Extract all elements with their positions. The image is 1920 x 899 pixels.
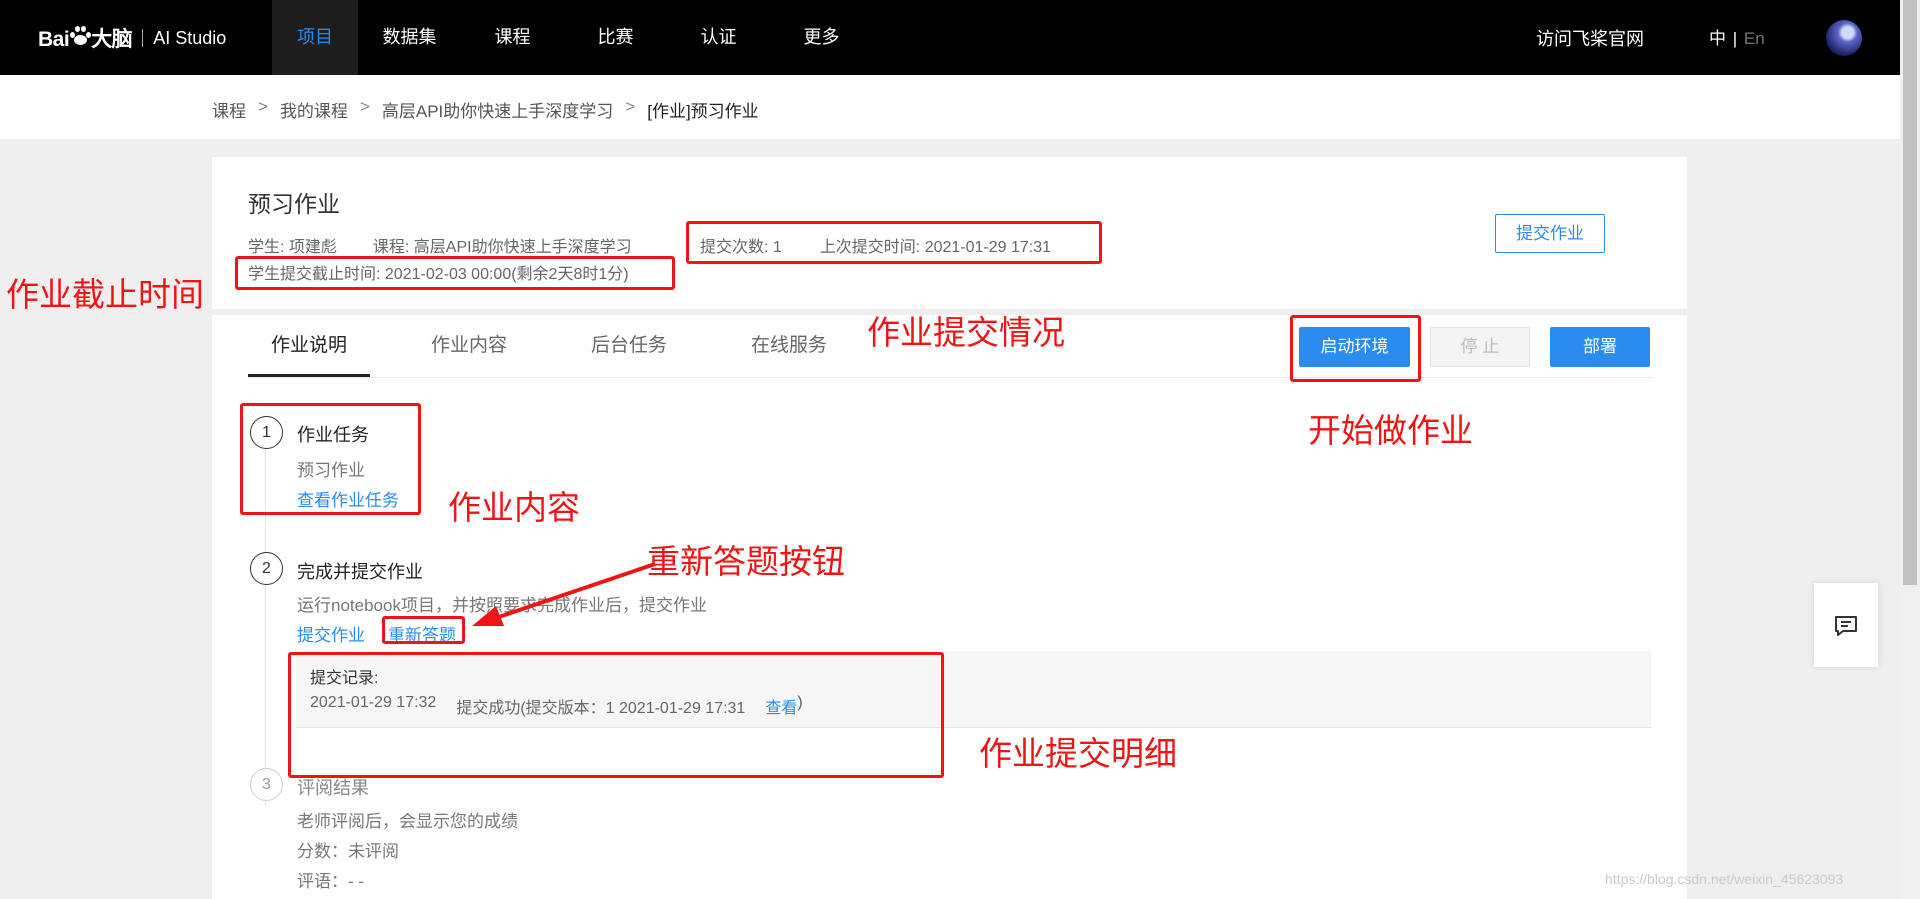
language-switch: 中 | En xyxy=(1709,0,1765,78)
feedback-button[interactable] xyxy=(1814,583,1878,667)
annotation-deadline: 作业截止时间 xyxy=(6,276,204,313)
breadcrumb-course[interactable]: 高层API助你快速上手深度学习 xyxy=(382,97,613,122)
submit-assignment-link[interactable]: 提交作业 xyxy=(297,621,365,646)
tab-bar: 作业说明 作业内容 后台任务 在线服务 xyxy=(248,315,888,377)
deploy-button[interactable]: 部署 xyxy=(1550,327,1650,367)
tab-background-tasks[interactable]: 后台任务 xyxy=(568,315,690,377)
step-2-number: 2 xyxy=(250,552,283,585)
top-nav: Bai 大脑 AI Studio 项目 数据集 课程 比赛 认证 更多 访问飞桨官… xyxy=(0,0,1900,75)
step-3-number: 3 xyxy=(250,768,283,801)
chat-icon xyxy=(1835,616,1857,636)
nav-item-more[interactable]: 更多 xyxy=(770,0,873,75)
lang-en[interactable]: En xyxy=(1744,29,1765,48)
logo-baidu-text: Bai 大脑 xyxy=(38,23,133,53)
breadcrumb-separator: > xyxy=(359,97,370,116)
score-text: 分数：未评阅 xyxy=(297,842,399,861)
annotation-box-content xyxy=(240,403,421,515)
assignment-body: 作业说明 作业内容 后台任务 在线服务 启动环境 停 止 部署 1 作业任务 预… xyxy=(212,315,1687,899)
logo-studio-text: AI Studio xyxy=(153,27,227,48)
comment-text: 评语：- - xyxy=(297,872,365,891)
course-name: 课程: 高层API助你快速上手深度学习 xyxy=(372,239,632,256)
annotation-submit-detail: 作业提交明细 xyxy=(979,735,1177,772)
breadcrumb-my-courses[interactable]: 我的课程 xyxy=(280,97,348,122)
breadcrumb: 课程 > 我的课程 > 高层API助你快速上手深度学习 > [作业]预习作业 xyxy=(212,97,759,122)
assignment-meta: 学生: 项建彪 课程: 高层API助你快速上手深度学习 xyxy=(248,233,632,257)
step-3-desc: 老师评阅后，会显示您的成绩 xyxy=(297,812,518,831)
annotation-submit-status: 作业提交情况 xyxy=(867,314,1065,351)
avatar[interactable] xyxy=(1826,20,1862,56)
scroll-thumb[interactable] xyxy=(1903,0,1917,585)
submit-assignment-button[interactable]: 提交作业 xyxy=(1495,214,1605,253)
breadcrumb-current: [作业]预习作业 xyxy=(647,102,759,121)
logo-divider xyxy=(142,29,144,47)
annotation-box-redo xyxy=(382,616,465,644)
annotation-box-deadline xyxy=(235,256,675,290)
breadcrumb-bar: 课程 > 我的课程 > 高层API助你快速上手深度学习 > [作业]预习作业 xyxy=(0,75,1900,139)
baidu-paw-icon xyxy=(69,24,92,46)
annotation-content: 作业内容 xyxy=(448,489,580,526)
nav-item-certification[interactable]: 认证 xyxy=(667,0,770,75)
annotation-arrow-icon xyxy=(472,562,656,626)
annotation-box-submit-status xyxy=(686,221,1102,264)
tab-divider xyxy=(248,377,1652,378)
tab-online-services[interactable]: 在线服务 xyxy=(728,315,850,377)
annotation-redo-button: 重新答题按钮 xyxy=(647,543,845,580)
annotation-start-work: 开始做作业 xyxy=(1308,412,1473,449)
lang-separator: | xyxy=(1732,29,1738,48)
breadcrumb-separator: > xyxy=(625,97,636,116)
student-name: 学生: 项建彪 xyxy=(248,239,337,256)
lang-zh[interactable]: 中 xyxy=(1709,29,1726,48)
breadcrumb-courses[interactable]: 课程 xyxy=(212,97,246,122)
logo[interactable]: Bai 大脑 AI Studio xyxy=(38,18,226,58)
main-menu: 项目 数据集 课程 比赛 认证 更多 xyxy=(272,0,873,75)
breadcrumb-separator: > xyxy=(258,97,268,116)
nav-item-courses[interactable]: 课程 xyxy=(461,0,564,75)
nav-item-projects[interactable]: 项目 xyxy=(272,0,358,75)
step-2-title: 完成并提交作业 xyxy=(297,562,423,582)
page-title: 预习作业 xyxy=(248,191,340,217)
annotation-box-detail xyxy=(288,652,944,778)
tab-content[interactable]: 作业内容 xyxy=(408,315,530,377)
watermark: https://blog.csdn.net/weixin_45623093 xyxy=(1605,871,1844,887)
annotation-box-start xyxy=(1290,315,1421,382)
tab-description[interactable]: 作业说明 xyxy=(248,315,370,377)
stop-button[interactable]: 停 止 xyxy=(1430,327,1530,367)
page-scrollbar[interactable] xyxy=(1900,0,1920,899)
nav-item-competitions[interactable]: 比赛 xyxy=(564,0,667,75)
nav-item-datasets[interactable]: 数据集 xyxy=(358,0,461,75)
visit-paddle-link[interactable]: 访问飞桨官网 xyxy=(1536,0,1644,78)
